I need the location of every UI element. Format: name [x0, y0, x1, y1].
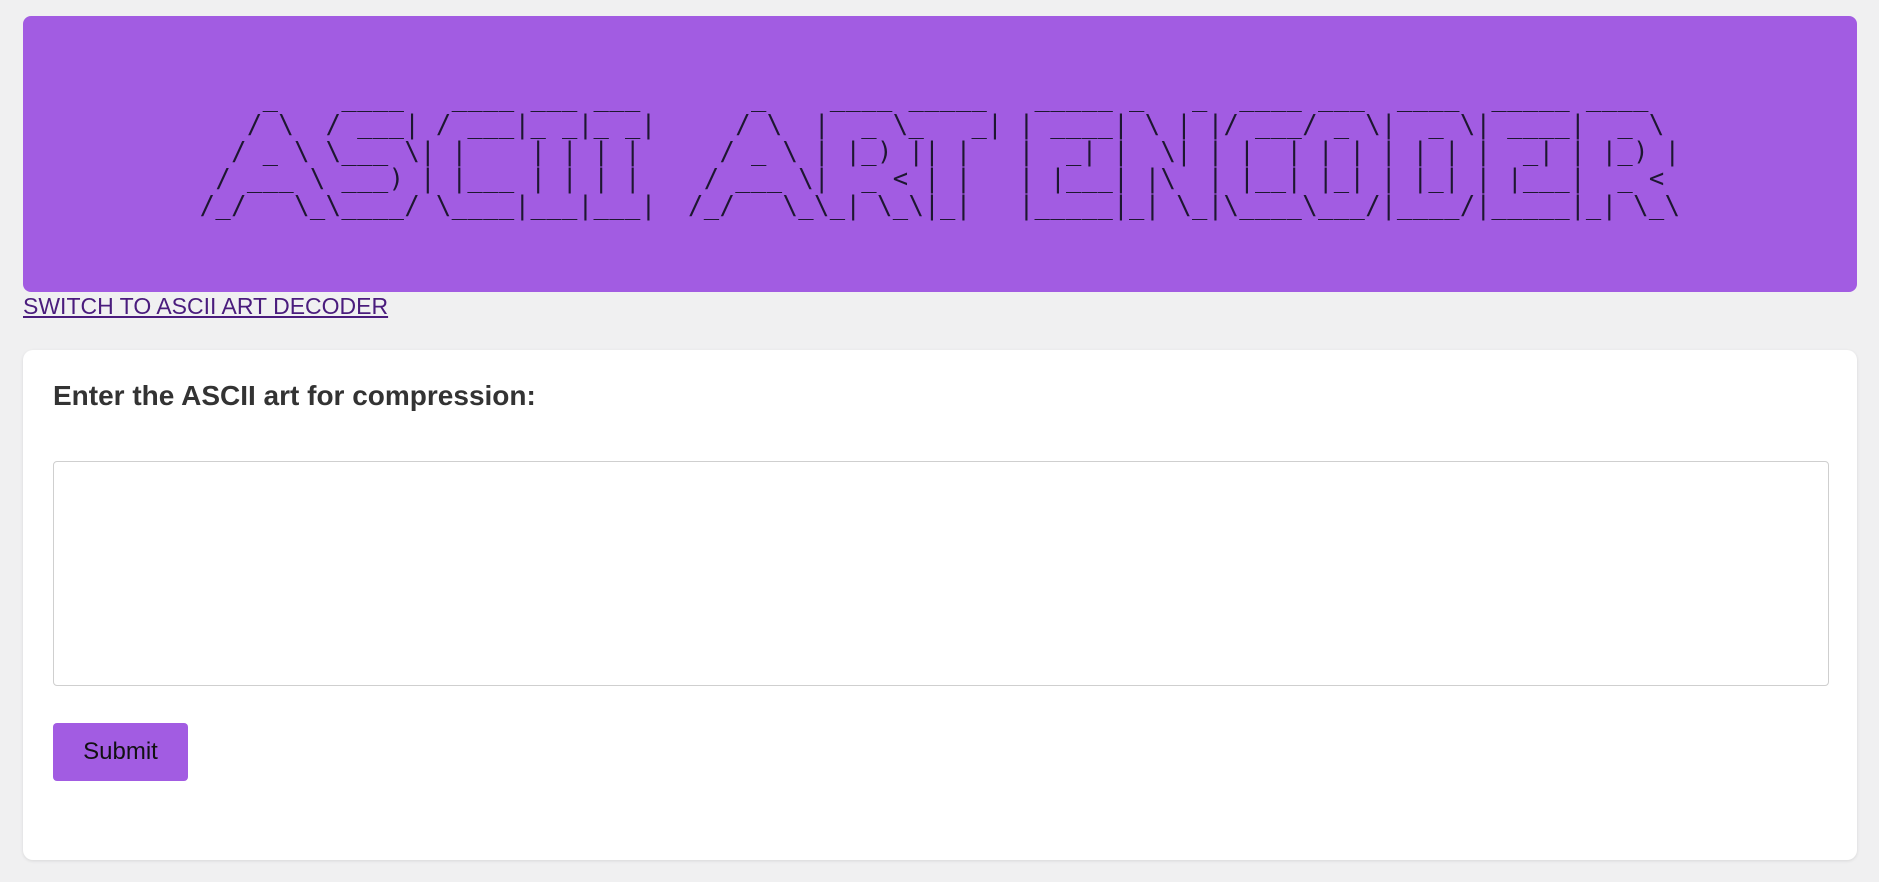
ascii-art-input[interactable] [53, 461, 1829, 686]
encoder-card: Enter the ASCII art for compression: Sub… [23, 350, 1857, 860]
form-heading: Enter the ASCII art for compression: [53, 380, 536, 411]
ascii-art-title: _ ____ ____ ___ ___ _ ____ _____ _____ _… [199, 82, 1681, 221]
switch-to-decoder-link[interactable]: SWITCH TO ASCII ART DECODER [23, 292, 388, 320]
page: _ ____ ____ ___ ___ _ ____ _____ _____ _… [0, 0, 1879, 882]
ascii-banner: _ ____ ____ ___ ___ _ ____ _____ _____ _… [23, 16, 1857, 292]
submit-button[interactable]: Submit [53, 723, 188, 781]
